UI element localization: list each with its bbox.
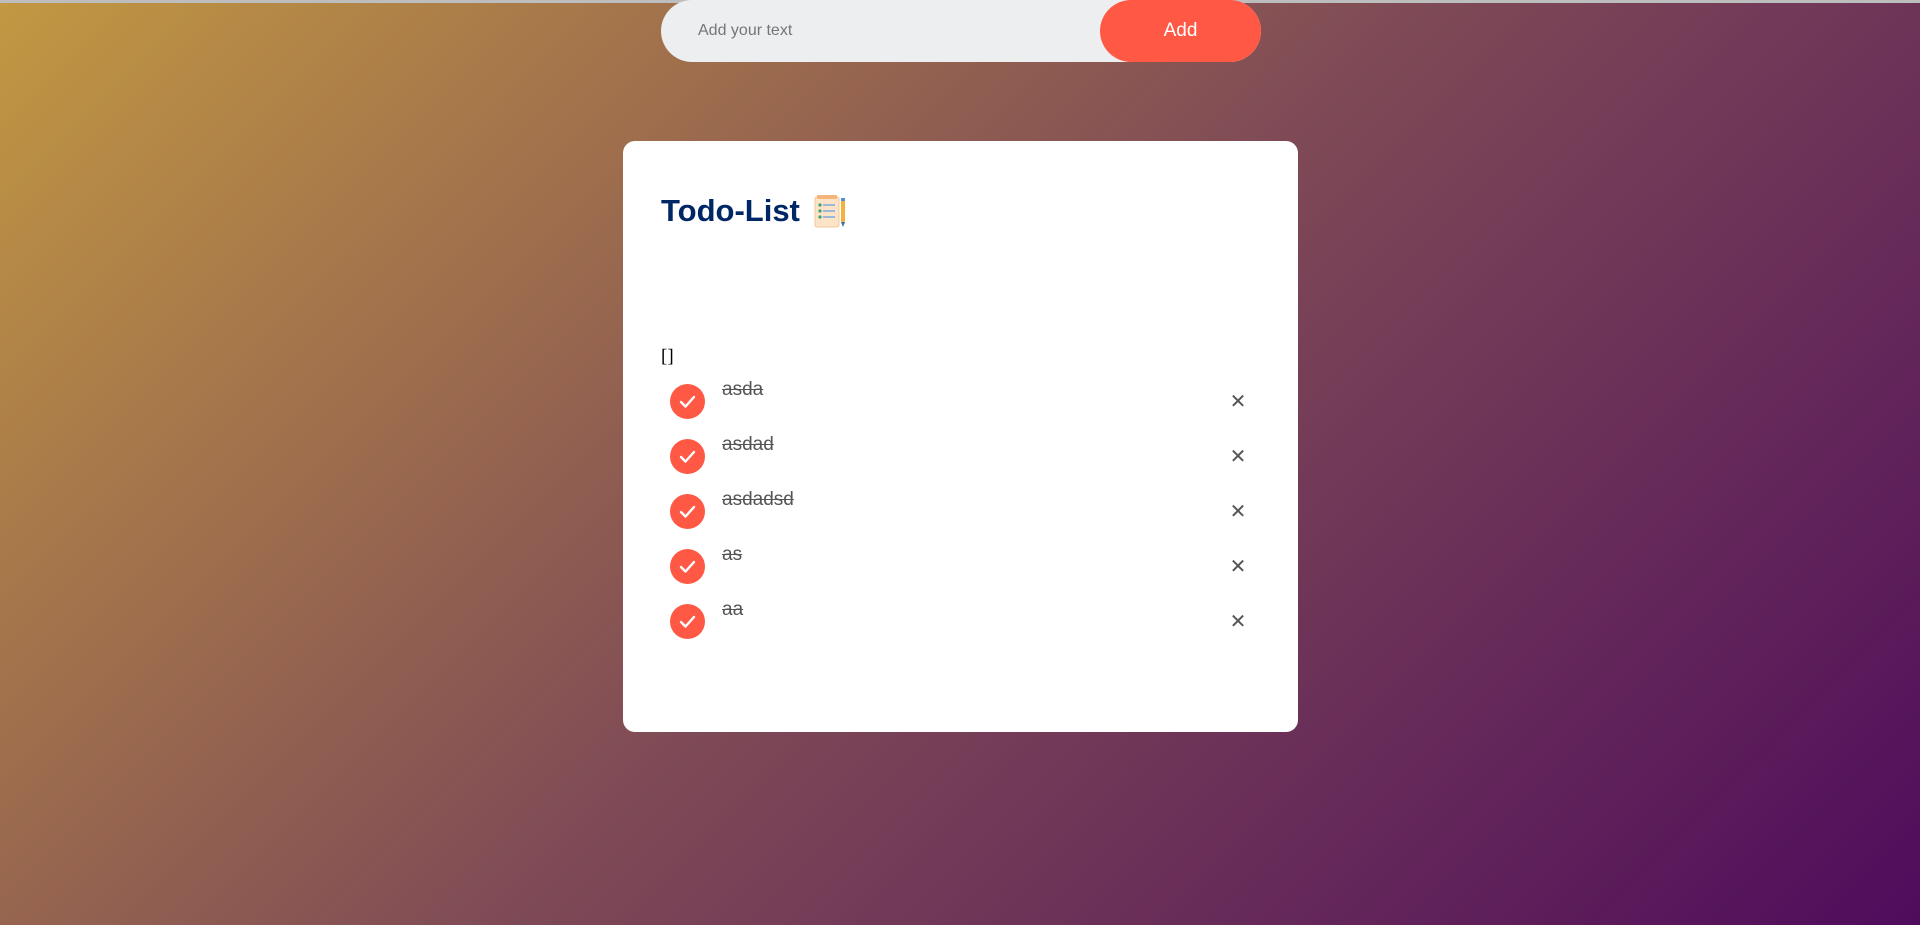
add-button[interactable]: Add: [1100, 0, 1261, 62]
todo-item-text: asdad: [722, 434, 774, 455]
checked-icon[interactable]: [670, 439, 705, 474]
todo-item-text: asda: [722, 379, 764, 400]
todo-item[interactable]: aa ✕: [661, 593, 1261, 648]
input-row: Add: [661, 0, 1261, 63]
todo-item[interactable]: asda ✕: [661, 373, 1261, 428]
notepad-checklist-icon: [814, 194, 846, 228]
close-icon[interactable]: ✕: [1223, 386, 1253, 416]
todo-item[interactable]: as ✕: [661, 538, 1261, 593]
close-icon[interactable]: ✕: [1223, 606, 1253, 636]
debug-output: []: [661, 346, 674, 367]
close-icon[interactable]: ✕: [1223, 551, 1253, 581]
checked-icon[interactable]: [670, 494, 705, 529]
checked-icon[interactable]: [670, 384, 705, 419]
close-icon[interactable]: ✕: [1223, 441, 1253, 471]
todo-item-text: aa: [722, 599, 744, 620]
todo-item[interactable]: asdad ✕: [661, 428, 1261, 483]
close-icon[interactable]: ✕: [1223, 496, 1253, 526]
checked-icon[interactable]: [670, 604, 705, 639]
todo-input[interactable]: [661, 0, 1100, 63]
todo-item-text: asdadsd: [722, 489, 794, 510]
todo-card: Todo-List Add [] asda✕asdad✕asdadsd✕as✕a…: [623, 0, 1298, 732]
todo-list: asda ✕ asdad ✕ asdadsd ✕ as ✕ aa ✕: [661, 373, 1261, 648]
app-title: Todo-List: [661, 193, 800, 228]
todo-item[interactable]: asdadsd ✕: [661, 483, 1261, 538]
header: Todo-List: [661, 186, 846, 236]
todo-item-text: as: [722, 544, 743, 565]
checked-icon[interactable]: [670, 549, 705, 584]
